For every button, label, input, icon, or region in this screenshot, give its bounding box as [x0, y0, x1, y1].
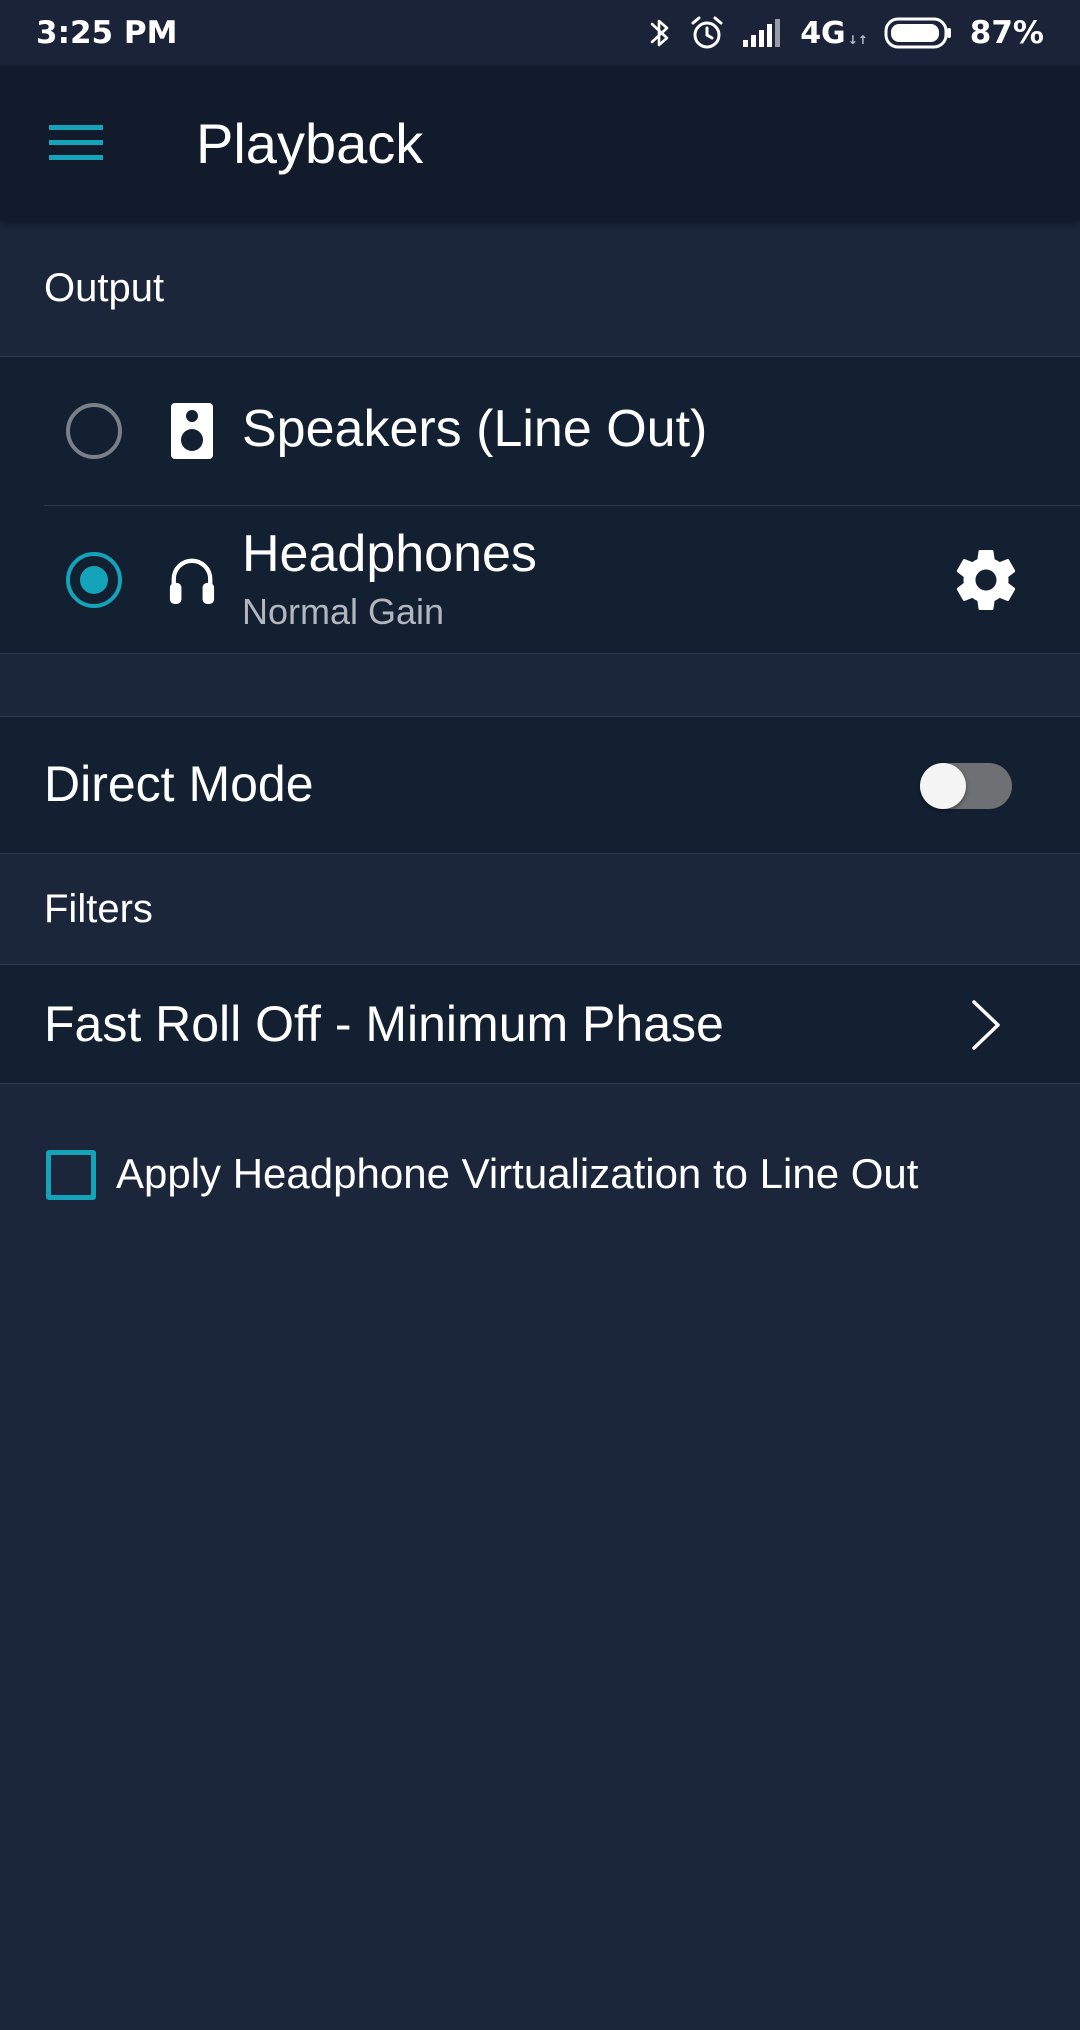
speakers-radio[interactable]: [66, 403, 122, 459]
page-title: Playback: [196, 111, 424, 175]
chevron-right-icon[interactable]: [962, 995, 1010, 1055]
headphones-radio[interactable]: [66, 552, 122, 608]
virtualization-option[interactable]: Apply Headphone Virtualization to Line O…: [0, 1130, 1080, 1220]
headphones-gain: Normal Gain: [242, 591, 445, 633]
option-headphones[interactable]: Headphones Normal Gain: [0, 506, 1080, 654]
gear-icon[interactable]: [948, 542, 1024, 618]
status-bar: 3:25 PM 4G ↓↑ 87%: [0, 0, 1080, 66]
virtualization-checkbox[interactable]: [46, 1150, 96, 1200]
status-icons: 4G ↓↑ 87%: [648, 14, 1044, 52]
speaker-icon: [168, 403, 216, 459]
option-speakers[interactable]: Speakers (Line Out): [0, 357, 1080, 505]
toggle-knob: [920, 763, 966, 809]
speakers-label: Speakers (Line Out): [242, 400, 708, 458]
signal-icon: [742, 18, 784, 48]
app-bar: Playback: [0, 66, 1080, 220]
alarm-icon: [688, 14, 726, 52]
network-type: 4G ↓↑: [800, 15, 868, 51]
headphones-icon: [168, 552, 216, 608]
battery-level: 87%: [969, 15, 1044, 51]
direct-mode-label: Direct Mode: [44, 756, 314, 812]
battery-icon: [884, 16, 954, 50]
output-section-header: Output: [44, 265, 165, 310]
bluetooth-icon: [648, 15, 672, 51]
radio-selected-dot: [80, 566, 108, 594]
direct-mode-toggle[interactable]: [920, 763, 1012, 809]
filters-section-header: Filters: [44, 886, 153, 931]
status-time: 3:25 PM: [36, 15, 178, 51]
direct-mode-row[interactable]: Direct Mode: [0, 716, 1080, 854]
filter-selection-row[interactable]: Fast Roll Off - Minimum Phase: [0, 964, 1080, 1084]
hamburger-menu-icon[interactable]: [48, 121, 104, 165]
virtualization-label: Apply Headphone Virtualization to Line O…: [116, 1150, 919, 1197]
output-options-panel: Speakers (Line Out) Headphones Normal Ga…: [0, 356, 1080, 654]
headphones-label: Headphones: [242, 525, 537, 583]
filter-selected-label: Fast Roll Off - Minimum Phase: [44, 996, 724, 1052]
